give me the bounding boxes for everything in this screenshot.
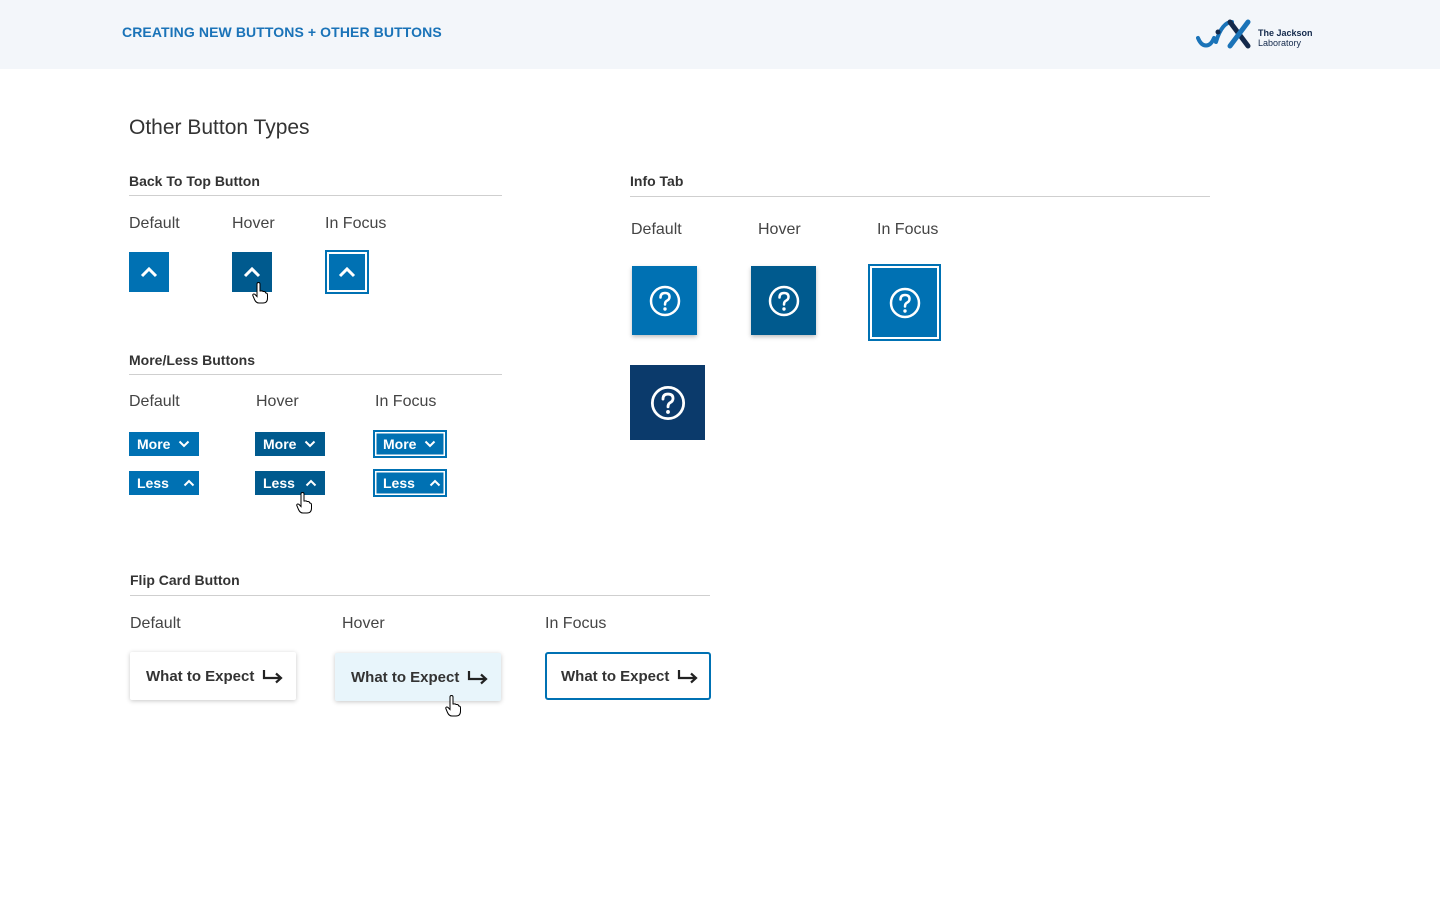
- flip-card-label: What to Expect: [146, 667, 255, 685]
- info-tab-active[interactable]: [630, 365, 705, 440]
- state-label-hover: Hover: [232, 215, 275, 232]
- chevron-down-icon: [305, 440, 316, 448]
- more-button-default[interactable]: More: [129, 432, 199, 456]
- page-title: Other Button Types: [129, 116, 310, 139]
- chevron-down-icon: [179, 440, 190, 448]
- hand-cursor-icon: [445, 695, 461, 717]
- state-label-focus: In Focus: [877, 221, 939, 238]
- flip-card-button-focus[interactable]: What to Expect: [545, 652, 711, 700]
- flip-card-button-hover[interactable]: What to Expect: [335, 653, 501, 701]
- less-button-focus[interactable]: Less: [373, 469, 447, 497]
- hand-cursor-icon: [252, 282, 268, 304]
- chevron-up-icon: [305, 479, 317, 487]
- flip-card-button-default[interactable]: What to Expect: [130, 652, 296, 700]
- divider: [130, 595, 710, 596]
- chevron-up-icon: [140, 266, 158, 278]
- more-button-hover[interactable]: More: [255, 432, 325, 456]
- question-circle-icon: [649, 285, 680, 316]
- chevron-down-icon: [425, 440, 436, 448]
- back-to-top-section-title: Back To Top Button: [129, 173, 260, 189]
- chevron-up-icon: [183, 479, 195, 487]
- more-button-label: More: [137, 436, 171, 452]
- flip-card-label: What to Expect: [561, 667, 670, 685]
- state-label-default: Default: [631, 221, 682, 238]
- back-to-top-button-focus[interactable]: [325, 250, 369, 294]
- less-button-label: Less: [263, 475, 295, 491]
- state-label-hover: Hover: [342, 615, 385, 632]
- question-circle-icon: [650, 385, 685, 420]
- less-button-default[interactable]: Less: [129, 471, 199, 495]
- state-label-hover: Hover: [758, 221, 801, 238]
- state-label-hover: Hover: [256, 393, 299, 410]
- flip-card-label: What to Expect: [351, 668, 460, 686]
- more-less-section-title: More/Less Buttons: [129, 352, 256, 368]
- more-button-label: More: [263, 436, 297, 452]
- info-tab-focus[interactable]: [868, 264, 941, 341]
- divider: [129, 374, 502, 375]
- divider: [129, 195, 502, 196]
- state-label-focus: In Focus: [545, 615, 607, 632]
- info-tab-section-title: Info Tab: [630, 173, 684, 189]
- flip-card-section-title: Flip Card Button: [130, 572, 240, 588]
- state-label-focus: In Focus: [325, 215, 387, 232]
- logo-text-line2: Laboratory: [1258, 38, 1302, 48]
- chevron-up-icon: [243, 266, 261, 278]
- arrow-return-right-icon: [263, 670, 283, 684]
- state-label-default: Default: [129, 393, 180, 410]
- state-label-default: Default: [129, 215, 180, 232]
- info-tab-default[interactable]: [632, 266, 697, 335]
- state-label-default: Default: [130, 615, 181, 632]
- arrow-return-right-icon: [678, 670, 698, 684]
- chevron-up-icon: [429, 479, 441, 487]
- chevron-up-icon: [338, 266, 356, 278]
- hand-cursor-icon: [296, 492, 312, 514]
- jax-logo-icon: [1196, 19, 1251, 49]
- less-button-label: Less: [137, 475, 169, 491]
- less-button-hover[interactable]: Less: [255, 471, 325, 495]
- question-circle-icon: [889, 287, 920, 318]
- info-tab-hover[interactable]: [751, 266, 816, 335]
- more-button-label: More: [383, 436, 417, 452]
- question-circle-icon: [768, 285, 799, 316]
- more-button-focus[interactable]: More: [373, 430, 447, 458]
- jackson-lab-logo[interactable]: The Jackson Laboratory: [1196, 18, 1320, 52]
- divider: [630, 196, 1210, 197]
- arrow-return-right-icon: [468, 671, 488, 685]
- less-button-label: Less: [383, 475, 415, 491]
- back-to-top-button-default[interactable]: [129, 252, 169, 292]
- logo-text-line1: The Jackson: [1258, 28, 1313, 38]
- state-label-focus: In Focus: [375, 393, 437, 410]
- header-title: CREATING NEW BUTTONS + OTHER BUTTONS: [122, 24, 442, 40]
- header-bar: CREATING NEW BUTTONS + OTHER BUTTONS The…: [0, 0, 1440, 69]
